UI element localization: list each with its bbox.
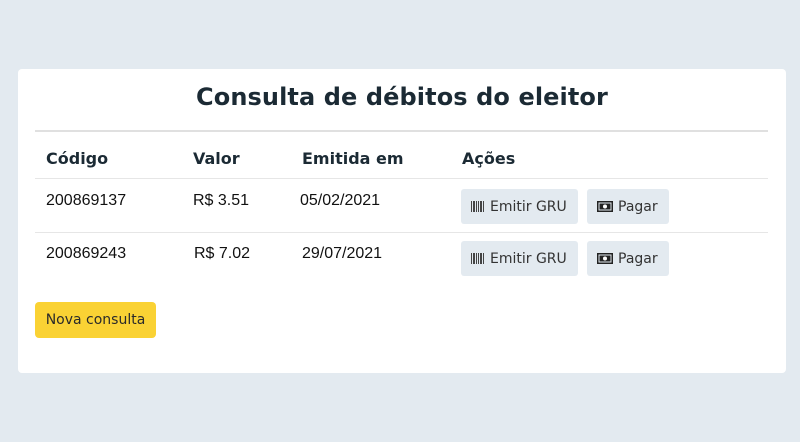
codigo-cell: 200869243 xyxy=(46,245,127,262)
emitir-gru-button[interactable]: Emitir GRU xyxy=(461,241,578,276)
money-bill-icon xyxy=(597,201,613,212)
codigo-cell: 200869137 xyxy=(46,192,127,209)
pagar-label: Pagar xyxy=(618,250,658,267)
barcode-icon xyxy=(471,201,485,212)
emitir-gru-button[interactable]: Emitir GRU xyxy=(461,189,578,224)
debts-table: Código Valor Emitida em Ações 200869137 … xyxy=(35,130,768,286)
nova-consulta-button[interactable]: Nova consulta xyxy=(35,302,156,338)
column-header-emitida: Emitida em xyxy=(302,149,404,168)
column-header-codigo: Código xyxy=(46,149,109,168)
pagar-button[interactable]: Pagar xyxy=(587,241,669,276)
emitida-cell: 05/02/2021 xyxy=(300,192,381,209)
pagar-label: Pagar xyxy=(618,198,658,215)
debts-card: Consulta de débitos do eleitor Código Va… xyxy=(18,69,786,373)
page-title: Consulta de débitos do eleitor xyxy=(196,83,608,111)
barcode-icon xyxy=(471,253,485,264)
table-header-row: Código Valor Emitida em Ações xyxy=(35,130,768,178)
table-row: 200869137 R$ 3.51 05/02/2021 Emitir GRU xyxy=(35,178,768,232)
column-header-valor: Valor xyxy=(193,149,240,168)
valor-cell: R$ 7.02 xyxy=(194,245,251,262)
emitir-gru-label: Emitir GRU xyxy=(490,250,567,267)
pagar-button[interactable]: Pagar xyxy=(587,189,669,224)
column-header-acoes: Ações xyxy=(462,149,516,168)
table-row: 200869243 R$ 7.02 29/07/2021 Emitir GRU xyxy=(35,232,768,286)
emitida-cell: 29/07/2021 xyxy=(302,245,383,262)
money-bill-icon xyxy=(597,253,613,264)
valor-cell: R$ 3.51 xyxy=(193,192,250,209)
emitir-gru-label: Emitir GRU xyxy=(490,198,567,215)
